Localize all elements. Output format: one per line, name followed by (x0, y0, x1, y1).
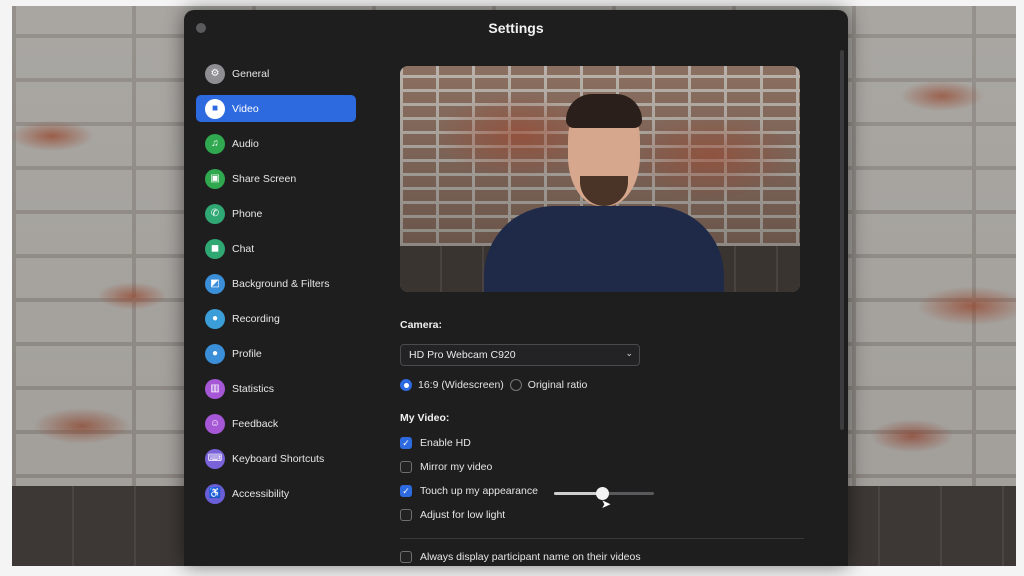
touch-up-checkbox[interactable]: ✓ (400, 485, 412, 497)
smiley-icon: ☺ (205, 413, 225, 434)
section-divider (400, 538, 804, 539)
camera-label: Camera: (400, 319, 443, 331)
aspect-ratio-options: 16:9 (Widescreen) Original ratio (400, 379, 587, 391)
radio-original-ratio[interactable] (509, 379, 522, 391)
person-background-icon: ◩ (205, 273, 225, 294)
camera-preview (400, 66, 800, 292)
sidebar-item-label: Accessibility (232, 487, 290, 500)
profile-icon: ● (205, 343, 225, 364)
enable-hd-row: ✓ Enable HD (400, 437, 471, 449)
my-video-label: My Video: (400, 412, 450, 424)
settings-window: Settings ⚙ General ■ Video ♫ Audio ▣ Share Scre… (184, 10, 848, 566)
share-screen-icon: ▣ (205, 168, 225, 189)
record-icon: ● (205, 308, 225, 329)
window-title: Settings (488, 20, 544, 36)
sidebar-item-general[interactable]: ⚙ General (196, 60, 356, 87)
sidebar-item-label: Phone (232, 207, 263, 220)
always-display-names-row: Always display participant name on their… (400, 551, 641, 563)
headphones-icon: ♫ (205, 133, 225, 154)
camera-select[interactable]: HD Pro Webcam C920 ⌄ (400, 344, 640, 366)
sidebar-item-label: Profile (232, 347, 262, 360)
accessibility-icon: ♿ (205, 483, 225, 504)
sidebar-item-share-screen[interactable]: ▣ Share Screen (196, 165, 356, 192)
mirror-checkbox[interactable] (400, 461, 412, 473)
chevron-down-icon: ⌄ (625, 348, 633, 358)
low-light-checkbox[interactable] (400, 509, 412, 521)
keyboard-icon: ⌨ (205, 448, 225, 469)
touch-up-row: ✓ Touch up my appearance (400, 485, 538, 497)
sidebar-item-accessibility[interactable]: ♿ Accessibility (196, 480, 356, 507)
sidebar-item-label: Keyboard Shortcuts (232, 452, 325, 465)
sidebar-item-background-filters[interactable]: ◩ Background & Filters (196, 270, 356, 297)
sidebar-item-phone[interactable]: ✆ Phone (196, 200, 356, 227)
always-display-names-checkbox[interactable] (400, 551, 412, 563)
touch-up-label: Touch up my appearance (420, 485, 538, 497)
sidebar-item-label: Recording (232, 312, 280, 325)
radio-widescreen[interactable] (400, 379, 412, 391)
low-light-row: Adjust for low light (400, 509, 505, 521)
sidebar-item-label: Background & Filters (232, 277, 330, 290)
sidebar-item-label: Chat (232, 242, 255, 255)
sidebar-item-feedback[interactable]: ☺ Feedback (196, 410, 356, 437)
video-camera-icon: ■ (205, 98, 225, 119)
bar-chart-icon: ▥ (205, 378, 225, 399)
sidebar-item-keyboard-shortcuts[interactable]: ⌨ Keyboard Shortcuts (196, 445, 356, 472)
enable-hd-label: Enable HD (420, 437, 471, 449)
enable-hd-checkbox[interactable]: ✓ (400, 437, 412, 449)
scrollbar[interactable] (840, 50, 844, 430)
sidebar-item-label: General (232, 67, 270, 80)
sidebar-item-label: Audio (232, 137, 259, 150)
mirror-label: Mirror my video (420, 461, 493, 473)
sidebar-item-statistics[interactable]: ▥ Statistics (196, 375, 356, 402)
sidebar-item-label: Video (232, 102, 259, 115)
mouse-cursor-icon: ➤ (601, 497, 612, 511)
low-light-label: Adjust for low light (420, 509, 506, 521)
camera-select-value: HD Pro Webcam C920 (409, 349, 516, 361)
always-display-names-label: Always display participant name on their… (420, 551, 641, 563)
slider-fill (554, 492, 602, 495)
sidebar-item-audio[interactable]: ♫ Audio (196, 130, 356, 157)
person-body (484, 206, 724, 292)
sidebar-item-profile[interactable]: ● Profile (196, 340, 356, 367)
phone-icon: ✆ (205, 203, 225, 224)
gear-icon: ⚙ (205, 63, 225, 84)
radio-widescreen-label: 16:9 (Widescreen) (418, 379, 504, 391)
sidebar-item-video[interactable]: ■ Video (196, 95, 356, 122)
person-hair (566, 94, 642, 128)
sidebar-item-label: Feedback (232, 417, 279, 430)
touch-up-slider[interactable] (554, 487, 654, 500)
sidebar-item-recording[interactable]: ● Recording (196, 305, 356, 332)
sidebar-item-label: Share Screen (232, 172, 297, 185)
mirror-row: Mirror my video (400, 461, 492, 473)
settings-sidebar: ⚙ General ■ Video ♫ Audio ▣ Share Screen ✆ Phone ◼… (196, 60, 356, 515)
radio-original-ratio-label: Original ratio (527, 379, 588, 391)
title-bar: Settings (184, 10, 848, 46)
sidebar-item-label: Statistics (232, 382, 275, 395)
sidebar-item-chat[interactable]: ◼ Chat (196, 235, 356, 262)
chat-bubble-icon: ◼ (205, 238, 225, 259)
